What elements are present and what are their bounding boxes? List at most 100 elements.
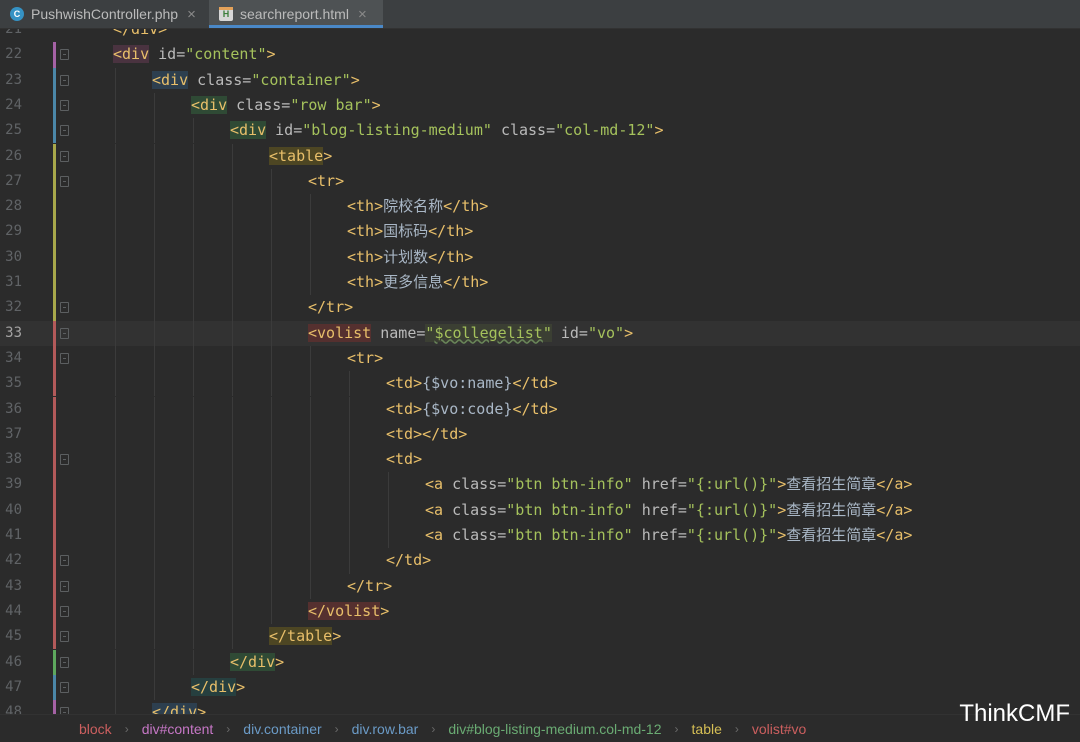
code-text[interactable]: <td> xyxy=(386,447,422,472)
code-line[interactable]: 30 <th>计划数</th> xyxy=(0,244,1080,270)
code-line[interactable]: 27 <tr> xyxy=(0,168,1080,195)
fold-icon[interactable] xyxy=(60,74,69,86)
vcs-change-marker[interactable] xyxy=(53,295,56,321)
code-line[interactable]: 35 <td>{$vo:name}</td> xyxy=(0,371,1080,397)
code-text[interactable]: </table> xyxy=(269,624,341,649)
code-line[interactable]: 23 <div class="container"> xyxy=(0,67,1080,93)
vcs-change-marker[interactable] xyxy=(53,421,56,448)
fold-icon[interactable] xyxy=(60,175,69,187)
vcs-change-marker[interactable] xyxy=(53,497,56,523)
code-text[interactable]: <th>更多信息</th> xyxy=(347,270,488,295)
vcs-change-marker[interactable] xyxy=(53,674,56,701)
code-text[interactable]: </tr> xyxy=(308,295,353,320)
code-text[interactable]: <volist name="$collegelist" id="vo"> xyxy=(308,321,633,346)
breadcrumb-item[interactable]: volist#vo xyxy=(752,721,806,737)
vcs-change-marker[interactable] xyxy=(53,320,56,346)
code-line[interactable]: 38 <td> xyxy=(0,447,1080,473)
tab-pushwish-controller[interactable]: C PushwishController.php × xyxy=(0,0,209,28)
code-line[interactable]: 41 <a class="btn btn-info" href="{:url()}… xyxy=(0,523,1080,549)
code-line[interactable]: 24 <div class="row bar"> xyxy=(0,92,1080,119)
vcs-change-marker[interactable] xyxy=(53,573,56,599)
code-line[interactable]: 22 <div id="content"> xyxy=(0,42,1080,68)
code-text[interactable]: <tr> xyxy=(308,169,344,194)
code-line[interactable]: 36 <td>{$vo:code}</td> xyxy=(0,396,1080,422)
code-text[interactable]: <a class="btn btn-info" href="{:url()}">… xyxy=(425,523,912,548)
close-icon[interactable]: × xyxy=(187,6,196,23)
code-text[interactable]: </div> xyxy=(230,650,284,675)
code-text[interactable]: </td> xyxy=(386,548,431,573)
code-line[interactable]: 33 <volist name="$collegelist" id="vo"> xyxy=(0,320,1080,346)
code-line[interactable]: 47 </div> xyxy=(0,674,1080,701)
code-line[interactable]: 31 <th>更多信息</th> xyxy=(0,270,1080,296)
code-text[interactable]: <div class="container"> xyxy=(152,68,360,93)
fold-icon[interactable] xyxy=(60,150,69,162)
code-line[interactable]: 25 <div id="blog-listing-medium" class="c… xyxy=(0,118,1080,144)
code-text[interactable]: <div class="row bar"> xyxy=(191,93,381,118)
fold-icon[interactable] xyxy=(60,656,69,668)
code-text[interactable]: </volist> xyxy=(308,599,389,624)
code-text[interactable]: <div id="blog-listing-medium" class="col… xyxy=(230,118,664,143)
vcs-change-marker[interactable] xyxy=(53,244,56,270)
code-line[interactable]: 39 <a class="btn btn-info" href="{:url()}… xyxy=(0,472,1080,498)
breadcrumb-item[interactable]: div.container xyxy=(243,721,321,737)
code-text[interactable]: <td></td> xyxy=(386,422,467,447)
fold-icon[interactable] xyxy=(60,555,69,567)
fold-icon[interactable] xyxy=(60,631,69,643)
vcs-change-marker[interactable] xyxy=(53,649,56,675)
code-line[interactable]: 26 <table> xyxy=(0,143,1080,169)
breadcrumb-item[interactable]: div.row.bar xyxy=(352,721,419,737)
vcs-change-marker[interactable] xyxy=(53,194,56,220)
breadcrumb-item[interactable]: div#content xyxy=(142,721,214,737)
vcs-change-marker[interactable] xyxy=(53,143,56,169)
vcs-change-marker[interactable] xyxy=(53,92,56,119)
code-text[interactable]: <th>计划数</th> xyxy=(347,245,473,270)
code-text[interactable]: <tr> xyxy=(347,346,383,371)
fold-icon[interactable] xyxy=(60,125,69,137)
code-text[interactable]: <th>院校名称</th> xyxy=(347,194,488,219)
code-line[interactable]: 46 </div> xyxy=(0,649,1080,675)
breadcrumb-item[interactable]: block xyxy=(79,721,112,737)
fold-icon[interactable] xyxy=(60,49,69,61)
code-editor[interactable]: 21 </div> 22 <div id="content"> 23 <div class… xyxy=(0,29,1080,714)
code-line[interactable]: 44 </volist> xyxy=(0,598,1080,625)
code-line[interactable]: 29 <th>国标码</th> xyxy=(0,219,1080,245)
vcs-change-marker[interactable] xyxy=(53,447,56,473)
code-line[interactable]: 48 </div> xyxy=(0,700,1080,714)
fold-icon[interactable] xyxy=(60,580,69,592)
code-text[interactable]: </div> xyxy=(191,675,245,700)
code-text[interactable]: <td>{$vo:code}</td> xyxy=(386,397,558,422)
fold-icon[interactable] xyxy=(60,605,69,617)
code-line[interactable]: 45 </table> xyxy=(0,624,1080,650)
breadcrumb-item[interactable]: div#blog-listing-medium.col-md-12 xyxy=(448,721,661,737)
code-line[interactable]: 42 </td> xyxy=(0,548,1080,574)
code-line[interactable]: 21 </div> xyxy=(0,29,1080,42)
vcs-change-marker[interactable] xyxy=(53,67,56,93)
code-text[interactable]: <a class="btn btn-info" href="{:url()}">… xyxy=(425,498,912,523)
code-text[interactable]: <a class="btn btn-info" href="{:url()}">… xyxy=(425,472,912,497)
fold-icon[interactable] xyxy=(60,327,69,339)
vcs-change-marker[interactable] xyxy=(53,270,56,296)
fold-icon[interactable] xyxy=(60,302,69,314)
vcs-change-marker[interactable] xyxy=(53,42,56,68)
code-text[interactable]: </div> xyxy=(113,29,167,42)
vcs-change-marker[interactable] xyxy=(53,548,56,574)
code-line[interactable]: 28 <th>院校名称</th> xyxy=(0,194,1080,220)
vcs-change-marker[interactable] xyxy=(53,219,56,245)
fold-icon[interactable] xyxy=(60,99,69,111)
code-text[interactable]: <div id="content"> xyxy=(113,42,276,67)
code-text[interactable]: </div> xyxy=(152,700,206,714)
code-line[interactable]: 37 <td></td> xyxy=(0,421,1080,448)
close-icon[interactable]: × xyxy=(358,6,367,23)
vcs-change-marker[interactable] xyxy=(53,523,56,549)
code-text[interactable]: <th>国标码</th> xyxy=(347,219,473,244)
vcs-change-marker[interactable] xyxy=(53,396,56,422)
code-text[interactable]: <td>{$vo:name}</td> xyxy=(386,371,558,396)
vcs-change-marker[interactable] xyxy=(53,345,56,372)
code-text[interactable]: </tr> xyxy=(347,574,392,599)
vcs-change-marker[interactable] xyxy=(53,624,56,650)
vcs-change-marker[interactable] xyxy=(53,118,56,144)
code-text[interactable]: <table> xyxy=(269,144,332,169)
vcs-change-marker[interactable] xyxy=(53,598,56,625)
fold-icon[interactable] xyxy=(60,707,69,714)
vcs-change-marker[interactable] xyxy=(53,472,56,498)
